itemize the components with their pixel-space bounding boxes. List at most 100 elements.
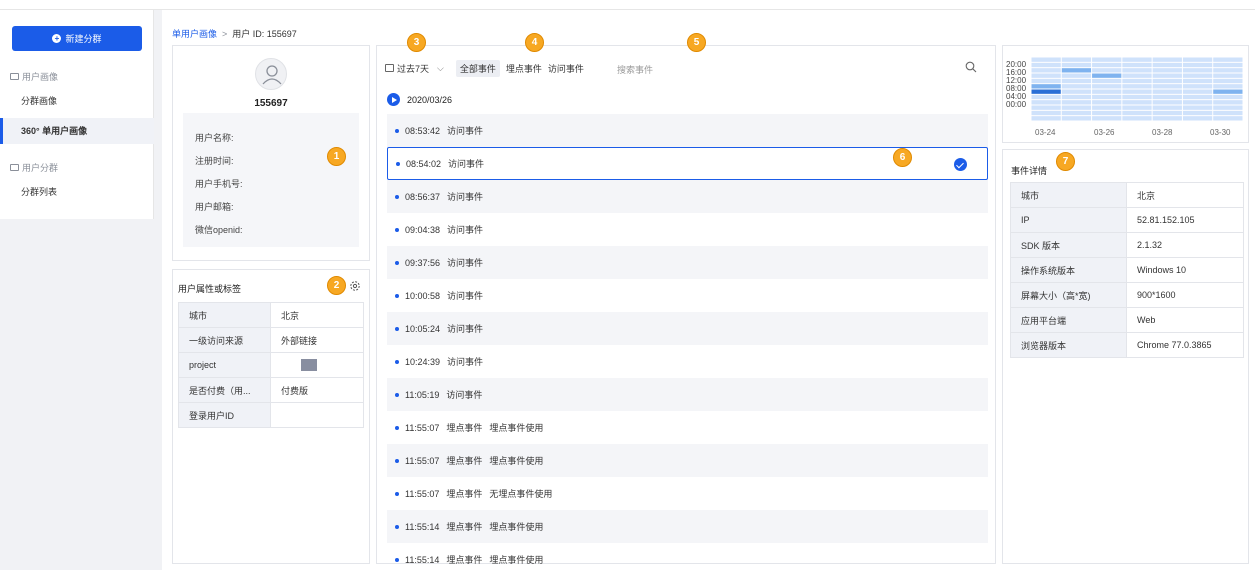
- heatmap-cell: [1213, 73, 1243, 78]
- event-row[interactable]: 11:55:07 埋点事件 埋点事件使用: [387, 444, 988, 477]
- event-row[interactable]: 11:05:19 访问事件: [387, 378, 988, 411]
- bullet-icon: [395, 392, 399, 397]
- heatmap-cell: [1061, 110, 1092, 116]
- new-segment-button[interactable]: + 新建分群: [12, 26, 142, 51]
- event-row[interactable]: 11:55:14 埋点事件 埋点事件使用: [387, 543, 988, 570]
- folder-icon: [10, 73, 19, 80]
- detail-key: 操作系统版本: [1010, 257, 1127, 283]
- event-name: 埋点事件: [446, 423, 483, 433]
- sidebar-group-label: 用户画像: [22, 72, 59, 82]
- event-name: 访问事件: [447, 258, 484, 268]
- heatmap-cell: [1031, 116, 1061, 121]
- heatmap-cell: [1213, 84, 1243, 89]
- heatmap-cell: [1061, 84, 1092, 89]
- heatmap-cell: [1152, 68, 1182, 73]
- event-name: 访问事件: [447, 291, 484, 301]
- heatmap-cell: [1061, 94, 1092, 100]
- event-date-header: 2020/03/26: [387, 93, 452, 106]
- heatmap-cell: [1213, 78, 1243, 84]
- bullet-icon: [395, 326, 399, 331]
- breadcrumb-current: 用户 ID: 155697: [232, 29, 297, 39]
- heatmap-cell: [1061, 78, 1092, 84]
- heatmap-cell: [1182, 78, 1213, 84]
- heatmap-cell: [1031, 62, 1061, 68]
- heatmap-x-label: 03-26: [1094, 128, 1115, 137]
- heatmap-cell: [1092, 68, 1122, 73]
- heatmap-cell: [1152, 94, 1182, 100]
- event-search-input[interactable]: 搜索事件: [617, 63, 653, 76]
- detail-key: 城市: [1010, 182, 1127, 208]
- event-name: 埋点事件: [446, 456, 483, 466]
- bullet-icon: [395, 359, 399, 364]
- filter-all-events[interactable]: 全部事件: [455, 59, 500, 77]
- table-row: 一级访问来源 外部链接: [178, 327, 364, 353]
- heatmap-cell: [1213, 57, 1243, 62]
- event-extra: 埋点事件使用: [489, 555, 544, 565]
- heatmap-cell: [1152, 100, 1182, 105]
- heatmap-cell: [1122, 62, 1152, 68]
- heatmap-cell: [1092, 57, 1122, 62]
- event-date-label: 2020/03/26: [407, 94, 453, 105]
- event-time: 11:55:07: [405, 455, 440, 466]
- attr-key: 城市: [178, 302, 271, 328]
- heatmap-cell: [1213, 89, 1243, 94]
- event-row[interactable]: 11:55:07 埋点事件 埋点事件使用: [387, 411, 988, 444]
- date-range-label: 过去7天: [397, 63, 430, 74]
- heatmap-y-label: 00:00: [1006, 100, 1027, 109]
- heatmap-cell: [1122, 57, 1152, 62]
- date-range-select[interactable]: 过去7天 ⌵: [385, 62, 444, 75]
- event-row[interactable]: 08:53:42 访问事件: [387, 114, 988, 147]
- breadcrumb-parent[interactable]: 单用户画像: [172, 29, 217, 39]
- filter-tracked-events[interactable]: 埋点事件: [506, 62, 542, 75]
- heatmap-cell: [1152, 89, 1182, 94]
- filter-visit-events[interactable]: 访问事件: [548, 62, 584, 75]
- sidebar-group-segment[interactable]: 用户分群: [10, 161, 58, 174]
- event-row[interactable]: 09:04:38 访问事件: [387, 213, 988, 246]
- table-row: 城市 北京: [1010, 182, 1244, 208]
- heatmap-cell: [1122, 68, 1152, 73]
- sidebar-item-label: 分群画像: [21, 96, 58, 106]
- heatmap-cell: [1182, 110, 1213, 116]
- heatmap-cell: [1031, 89, 1061, 94]
- field-register-time: 注册时间:: [195, 156, 234, 166]
- play-icon[interactable]: [387, 93, 400, 106]
- field-email: 用户邮箱:: [195, 202, 234, 212]
- event-row[interactable]: 11:55:14 埋点事件 埋点事件使用: [387, 510, 988, 543]
- heatmap-cell: [1122, 73, 1152, 78]
- sidebar-item-segment-list[interactable]: 分群列表: [0, 179, 154, 205]
- table-row: 操作系统版本 Windows 10: [1010, 257, 1244, 283]
- event-time: 10:24:39: [405, 356, 441, 367]
- heatmap-cell: [1092, 62, 1122, 68]
- event-row[interactable]: 09:37:56 访问事件: [387, 246, 988, 279]
- sidebar-item-single-user-profile[interactable]: 360° 单用户画像: [0, 118, 154, 144]
- event-row[interactable]: 11:55:07 埋点事件 无埋点事件使用: [387, 477, 988, 510]
- gear-icon[interactable]: [349, 280, 361, 292]
- user-id-label: 155697: [254, 98, 288, 109]
- event-time: 10:00:58: [405, 290, 441, 301]
- event-row[interactable]: 08:56:37 访问事件: [387, 180, 988, 213]
- event-list: 08:53:42 访问事件 08:54:02 访问事件 08:56:37 访问事件 09:0…: [387, 114, 988, 570]
- top-bar: [0, 0, 1255, 10]
- event-time: 11:05:19: [405, 389, 440, 400]
- event-row[interactable]: 10:00:58 访问事件: [387, 279, 988, 312]
- search-icon[interactable]: [965, 61, 977, 73]
- avatar: [255, 58, 287, 90]
- bullet-icon: [395, 524, 399, 529]
- field-phone: 用户手机号:: [195, 179, 243, 189]
- heatmap-cell: [1061, 116, 1092, 121]
- heatmap-cell: [1092, 73, 1122, 78]
- heatmap-cell: [1092, 84, 1122, 89]
- event-row[interactable]: 10:24:39 访问事件: [387, 345, 988, 378]
- heatmap-cell: [1213, 94, 1243, 100]
- plus-icon: +: [52, 34, 62, 43]
- field-wechat-openid: 微信openid:: [195, 225, 243, 235]
- calendar-icon: [385, 64, 394, 72]
- sidebar-item-segment-profile[interactable]: 分群画像: [0, 88, 154, 114]
- event-row[interactable]: 10:05:24 访问事件: [387, 312, 988, 345]
- sidebar: + 新建分群 用户画像 分群画像 360° 单用户画像 用户分群 分群列表: [0, 10, 154, 219]
- heatmap-cell: [1182, 68, 1213, 73]
- sidebar-group-profile[interactable]: 用户画像: [10, 70, 58, 83]
- breadcrumb: 单用户画像 > 用户 ID: 155697: [172, 27, 297, 40]
- badge-5: 5: [687, 33, 706, 52]
- events-toolbar: 过去7天 ⌵ 全部事件 埋点事件 访问事件: [385, 59, 584, 77]
